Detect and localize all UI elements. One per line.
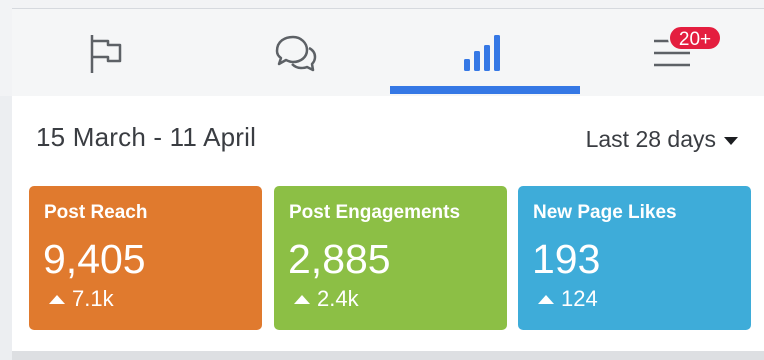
- card-delta: 2.4k: [294, 286, 359, 312]
- new-page-likes-card[interactable]: New Page Likes 193 124: [518, 186, 751, 330]
- bar-chart-icon: [464, 35, 500, 71]
- delta-value: 7.1k: [72, 286, 114, 311]
- card-value: 9,405: [43, 236, 146, 282]
- tab-pages[interactable]: [12, 9, 200, 97]
- tab-messages[interactable]: [200, 9, 390, 97]
- delta-value: 124: [561, 286, 598, 311]
- caret-down-icon: [724, 136, 738, 145]
- post-engagements-card[interactable]: Post Engagements 2,885 2.4k: [274, 186, 507, 330]
- tab-insights[interactable]: [390, 9, 580, 97]
- card-delta: 7.1k: [49, 286, 114, 312]
- post-reach-card[interactable]: Post Reach 9,405 7.1k: [29, 186, 262, 330]
- top-navigation-bar: [12, 8, 764, 96]
- left-edge: [0, 96, 12, 360]
- bottom-divider: [12, 351, 764, 360]
- date-range-title: 15 March - 11 April: [36, 122, 257, 152]
- insights-panel: 15 March - 11 April Last 28 days Post Re…: [12, 96, 764, 351]
- notification-badge: 20+: [668, 25, 722, 51]
- card-value: 2,885: [288, 236, 391, 282]
- active-tab-indicator: [390, 86, 580, 94]
- flag-icon: [90, 35, 122, 73]
- card-title: Post Reach: [44, 202, 148, 223]
- card-delta: 124: [538, 286, 598, 312]
- card-title: Post Engagements: [289, 202, 461, 223]
- delta-value: 2.4k: [317, 286, 359, 311]
- up-arrow-icon: [49, 294, 65, 304]
- card-title: New Page Likes: [533, 202, 677, 223]
- tab-menu[interactable]: [580, 9, 764, 97]
- period-dropdown-label: Last 28 days: [585, 126, 716, 152]
- chat-bubbles-icon: [275, 35, 317, 72]
- up-arrow-icon: [538, 294, 554, 304]
- period-dropdown[interactable]: Last 28 days: [586, 126, 738, 153]
- card-value: 193: [532, 236, 601, 282]
- up-arrow-icon: [294, 294, 310, 304]
